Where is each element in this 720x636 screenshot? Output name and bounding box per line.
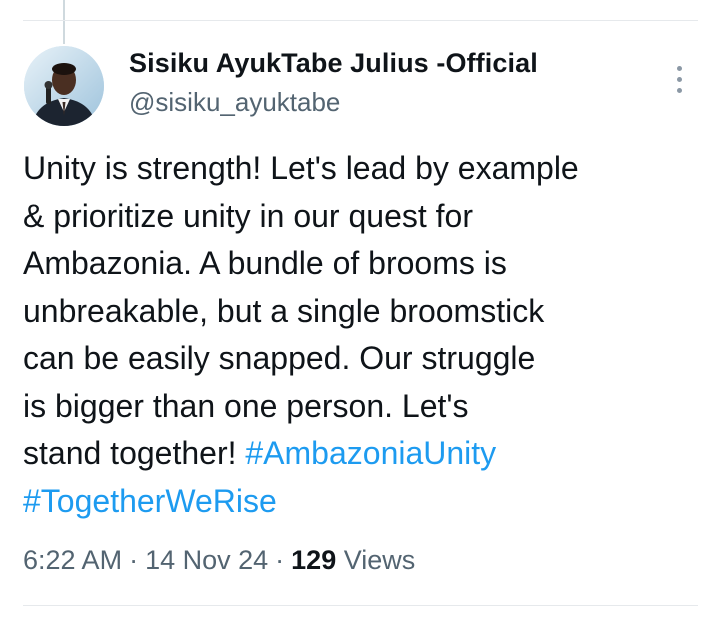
- tweet-line-text: is bigger than one person. Let's: [23, 387, 469, 424]
- tweet-line-text: & prioritize unity in our quest for: [23, 197, 473, 234]
- profile-photo-icon: [24, 46, 104, 126]
- tweet-line: stand together! #AmbazoniaUnity: [23, 430, 713, 478]
- top-divider: [23, 20, 698, 21]
- tweet-line-text: Ambazonia. A bundle of brooms is: [23, 245, 507, 281]
- more-vertical-icon-dot: [676, 87, 682, 93]
- hashtag-together-we-rise-link[interactable]: #TogetherWeRise: [23, 483, 277, 519]
- tweet-line: & prioritize unity in our quest for: [23, 193, 713, 241]
- tweet-line: can be easily snapped. Our struggle: [23, 335, 713, 383]
- bottom-divider: [23, 605, 698, 606]
- more-vertical-icon-dot: [676, 76, 682, 82]
- tweet-date[interactable]: 14 Nov 24: [145, 545, 268, 575]
- author-handle[interactable]: @sisiku_ayuktabe: [129, 87, 340, 118]
- more-vertical-icon-dot: [676, 65, 682, 71]
- views-count[interactable]: 129: [291, 545, 336, 575]
- tweet-line-text: unbreakable, but a single broomstick: [23, 292, 545, 329]
- tweet-line: is bigger than one person. Let's: [23, 383, 713, 431]
- author-display-name[interactable]: Sisiku AyukTabe Julius -Official: [129, 48, 538, 79]
- hashtag-ambazonia-unity-link[interactable]: #AmbazoniaUnity: [245, 435, 496, 471]
- tweet-line: Ambazonia. A bundle of brooms is: [23, 240, 713, 288]
- tweet-line-text: Unity is strength! Let's lead by example: [23, 150, 579, 186]
- tweet-time[interactable]: 6:22 AM: [23, 545, 122, 575]
- more-options-button[interactable]: [666, 62, 692, 96]
- tweet-line: unbreakable, but a single broomstick: [23, 288, 713, 336]
- tweet-text: Unity is strength! Let's lead by example…: [23, 145, 713, 525]
- avatar[interactable]: [24, 46, 104, 126]
- tweet-line-text: can be easily snapped. Our struggle: [23, 340, 536, 376]
- tweet-line: Unity is strength! Let's lead by example: [23, 145, 713, 193]
- tweet-line: #TogetherWeRise: [23, 478, 713, 526]
- views-label: Views: [336, 545, 416, 575]
- tweet-metadata: 6:22 AM · 14 Nov 24 · 129 Views: [23, 545, 415, 576]
- meta-separator: ·: [129, 545, 139, 575]
- meta-separator: ·: [275, 545, 285, 575]
- thread-connector-line: [63, 0, 65, 44]
- tweet-line-text: stand together!: [23, 435, 246, 471]
